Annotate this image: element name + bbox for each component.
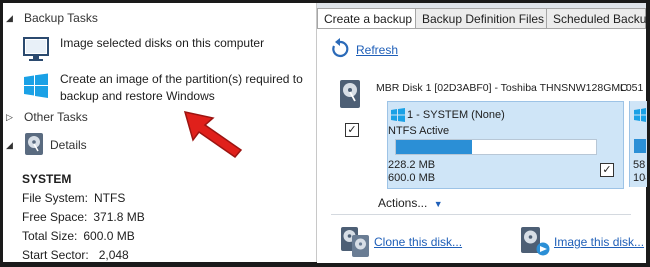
detail-value: NTFS xyxy=(94,191,126,205)
partition-2-total: 104 xyxy=(633,172,646,184)
chevron-down-icon: ▼ xyxy=(433,199,443,209)
divider xyxy=(331,214,631,215)
other-tasks-header[interactable]: ▷ Other Tasks xyxy=(6,108,88,126)
collapse-triangle-icon[interactable]: ◢ xyxy=(6,140,18,151)
detail-file-system: File System: NTFS xyxy=(22,191,125,205)
clone-disk-link[interactable]: Clone this disk... xyxy=(374,235,462,249)
expand-triangle-icon[interactable]: ▷ xyxy=(6,112,18,123)
disk-model-suffix: L051 xyxy=(620,82,644,94)
task-label: Create an image of the partition(s) requ… xyxy=(60,71,303,105)
monitor-icon xyxy=(22,36,50,67)
detail-label: Total Size: xyxy=(22,229,78,243)
detail-label: Free Space: xyxy=(22,210,88,224)
detail-total-size: Total Size: 600.0 MB xyxy=(22,229,135,243)
partition-2-used: 58 xyxy=(633,159,646,171)
details-label: Details xyxy=(50,138,87,152)
task-label-line-1: Create an image of the partition(s) requ… xyxy=(60,72,303,86)
detail-label: Start Sector: xyxy=(22,248,89,262)
detail-value: 371.8 MB xyxy=(93,210,145,224)
partition-2-usage-bar xyxy=(634,139,646,153)
disk-label: MBR Disk 1 [02D3ABF0] - Toshiba THNSNW12… xyxy=(376,82,628,94)
partition-usage-fill xyxy=(396,140,472,154)
details-title: SYSTEM xyxy=(22,172,72,186)
hard-disk-icon xyxy=(339,79,361,112)
details-header[interactable]: ◢ Details xyxy=(6,132,87,155)
partition-used: 228.2 MB xyxy=(388,159,436,171)
clone-disk-icon[interactable] xyxy=(340,226,370,261)
detail-free-space: Free Space: 371.8 MB xyxy=(22,210,145,224)
tab-backup-definition-files[interactable]: Backup Definition Files xyxy=(415,8,552,28)
detail-value: 2,048 xyxy=(98,248,129,262)
tab-scheduled-backup[interactable]: Scheduled Backup xyxy=(546,8,650,28)
windows-logo-icon xyxy=(634,108,646,125)
image-disk-icon[interactable] xyxy=(520,226,550,261)
backup-tasks-label: Backup Tasks xyxy=(24,11,98,25)
disk-checkbox[interactable]: ✓ xyxy=(345,123,359,137)
refresh-icon[interactable] xyxy=(331,38,349,61)
red-arrow-icon xyxy=(183,111,243,159)
windows-logo-icon xyxy=(22,72,50,105)
actions-menu[interactable]: Actions... ▼ xyxy=(378,196,443,210)
image-selected-disks-task[interactable]: Image selected disks on this computer xyxy=(22,36,264,67)
refresh-link[interactable]: Refresh xyxy=(356,43,398,57)
partition-type: NTFS Active xyxy=(388,125,450,137)
partition-total: 600.0 MB xyxy=(388,172,436,184)
image-windows-partitions-task[interactable]: Create an image of the partition(s) requ… xyxy=(22,72,303,105)
windows-logo-icon xyxy=(391,108,405,125)
partition-checkbox[interactable]: ✓ xyxy=(600,163,614,177)
detail-start-sector: Start Sector: 2,048 xyxy=(22,248,129,262)
partition-name: 1 - SYSTEM (None) xyxy=(407,109,505,121)
tab-create-backup[interactable]: Create a backup xyxy=(317,8,420,29)
image-disk-link[interactable]: Image this disk... xyxy=(554,235,644,249)
detail-label: File System: xyxy=(22,191,89,205)
backup-tasks-header[interactable]: ◢ Backup Tasks xyxy=(6,9,98,27)
collapse-triangle-icon[interactable]: ◢ xyxy=(6,13,18,24)
detail-value: 600.0 MB xyxy=(83,229,135,243)
task-label-line-2: backup and restore Windows xyxy=(60,89,215,103)
task-label: Image selected disks on this computer xyxy=(60,36,265,50)
actions-label: Actions... xyxy=(378,196,428,210)
disk-icon xyxy=(24,132,44,159)
partition-usage-bar xyxy=(395,139,597,155)
other-tasks-label: Other Tasks xyxy=(24,110,88,124)
